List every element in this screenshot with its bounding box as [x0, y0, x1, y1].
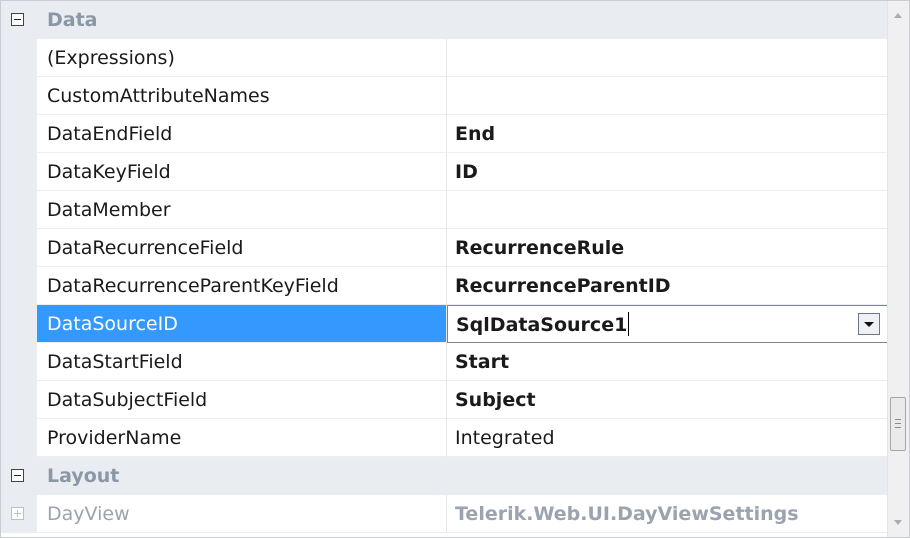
property-name: DataRecurrenceParentKeyField [37, 267, 447, 305]
property-value[interactable] [447, 77, 889, 115]
property-value[interactable] [447, 191, 889, 229]
text-caret [628, 312, 630, 336]
scrollbar-thumb[interactable] [890, 397, 906, 451]
grip-line [895, 427, 901, 428]
property-name: DataMember [37, 191, 447, 229]
property-value[interactable]: Integrated [447, 419, 889, 457]
grip-line [895, 419, 901, 420]
property-row-datastartfield[interactable]: DataStartField Start [1, 343, 889, 381]
property-value[interactable]: RecurrenceRule [447, 229, 889, 267]
category-label: Data [47, 9, 98, 31]
property-grid: Data (Expressions) CustomAttributeNames … [0, 0, 910, 538]
property-name: DataEndField [37, 115, 447, 153]
property-name: ProviderName [37, 419, 447, 457]
property-value[interactable]: End [447, 115, 889, 153]
editor-text[interactable]: SqlDataSource1 [456, 314, 627, 336]
collapse-icon[interactable] [11, 469, 24, 482]
property-name: DataKeyField [37, 153, 447, 191]
property-row-dayview[interactable]: DayView Telerik.Web.UI.DayViewSettings [1, 495, 889, 533]
property-row-dataendfield[interactable]: DataEndField End [1, 115, 889, 153]
row-gutter [1, 343, 37, 381]
row-gutter [1, 305, 37, 343]
property-name: (Expressions) [37, 39, 447, 77]
category-label: Layout [47, 465, 120, 487]
property-value[interactable] [447, 39, 889, 77]
row-gutter [1, 115, 37, 153]
property-row-datarecurrencefield[interactable]: DataRecurrenceField RecurrenceRule [1, 229, 889, 267]
row-gutter [1, 153, 37, 191]
property-value[interactable]: RecurrenceParentID [447, 267, 889, 305]
property-name: DayView [37, 495, 447, 533]
scroll-down-icon[interactable] [894, 520, 902, 525]
property-row-datasourceid[interactable]: DataSourceID SqlDataSource1 [1, 305, 889, 343]
row-gutter [1, 267, 37, 305]
vertical-scrollbar[interactable] [887, 1, 909, 537]
scroll-up-icon[interactable] [894, 13, 902, 18]
category-data[interactable]: Data [1, 1, 889, 39]
collapse-icon[interactable] [11, 13, 24, 26]
property-name: DataSubjectField [37, 381, 447, 419]
row-gutter [1, 77, 37, 115]
chevron-down-icon[interactable] [858, 313, 880, 335]
property-value-editor[interactable]: SqlDataSource1 [447, 305, 889, 343]
row-gutter [1, 39, 37, 77]
property-rows: Data (Expressions) CustomAttributeNames … [1, 1, 889, 537]
property-name: DataSourceID [37, 305, 447, 343]
property-name: DataStartField [37, 343, 447, 381]
row-gutter [1, 229, 37, 267]
row-gutter [1, 381, 37, 419]
grip-line [895, 423, 901, 424]
property-row-datasubjectfield[interactable]: DataSubjectField Subject [1, 381, 889, 419]
property-value[interactable]: Start [447, 343, 889, 381]
expand-icon[interactable] [11, 507, 24, 520]
property-value[interactable]: ID [447, 153, 889, 191]
property-name: CustomAttributeNames [37, 77, 447, 115]
property-row-datamember[interactable]: DataMember [1, 191, 889, 229]
property-name: DataRecurrenceField [37, 229, 447, 267]
row-gutter [1, 419, 37, 457]
property-value[interactable]: Subject [447, 381, 889, 419]
row-gutter [1, 191, 37, 229]
property-value[interactable]: Telerik.Web.UI.DayViewSettings [447, 495, 889, 533]
category-layout[interactable]: Layout [1, 457, 889, 495]
property-row-datakeyfield[interactable]: DataKeyField ID [1, 153, 889, 191]
row-gutter [1, 495, 37, 533]
property-row-providername[interactable]: ProviderName Integrated [1, 419, 889, 457]
property-row-datarecurrenceparentkeyfield[interactable]: DataRecurrenceParentKeyField RecurrenceP… [1, 267, 889, 305]
property-row-customattributenames[interactable]: CustomAttributeNames [1, 77, 889, 115]
property-row-expressions[interactable]: (Expressions) [1, 39, 889, 77]
